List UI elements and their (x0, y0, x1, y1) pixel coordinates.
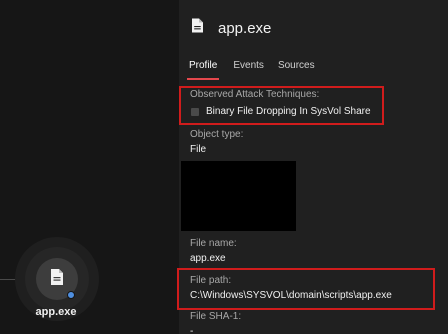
file-path-label: File path: (190, 275, 232, 286)
file-sha1-value: - (190, 326, 194, 334)
file-icon (191, 18, 204, 38)
panel-title: app.exe (218, 19, 272, 37)
tab-sources[interactable]: Sources (278, 58, 315, 80)
node-label: app.exe (35, 306, 77, 318)
technique-item[interactable]: Binary File Dropping In SysVol Share (191, 106, 371, 117)
preview-image (181, 161, 296, 231)
file-name-label: File name: (190, 238, 237, 249)
graph-canvas[interactable]: app.exe (0, 0, 179, 334)
details-panel: app.exe Profile Events Sources Observed … (177, 0, 448, 334)
file-icon (49, 268, 65, 291)
observed-techniques-label: Observed Attack Techniques: (190, 89, 320, 100)
status-dot (67, 291, 75, 299)
object-type-label: Object type: (190, 129, 244, 140)
technique-checkbox[interactable] (191, 107, 199, 116)
tab-events[interactable]: Events (233, 58, 264, 80)
tab-profile[interactable]: Profile (187, 58, 220, 80)
file-sha1-label: File SHA-1: (190, 311, 242, 322)
technique-label: Binary File Dropping In SysVol Share (206, 106, 371, 117)
object-type-value: File (190, 144, 207, 155)
panel-header: app.exe (191, 16, 271, 40)
file-path-value: C:\Windows\SYSVOL\domain\scripts\app.exe (190, 290, 392, 301)
tab-bar: Profile Events Sources (187, 58, 329, 80)
file-name-value: app.exe (190, 253, 226, 264)
